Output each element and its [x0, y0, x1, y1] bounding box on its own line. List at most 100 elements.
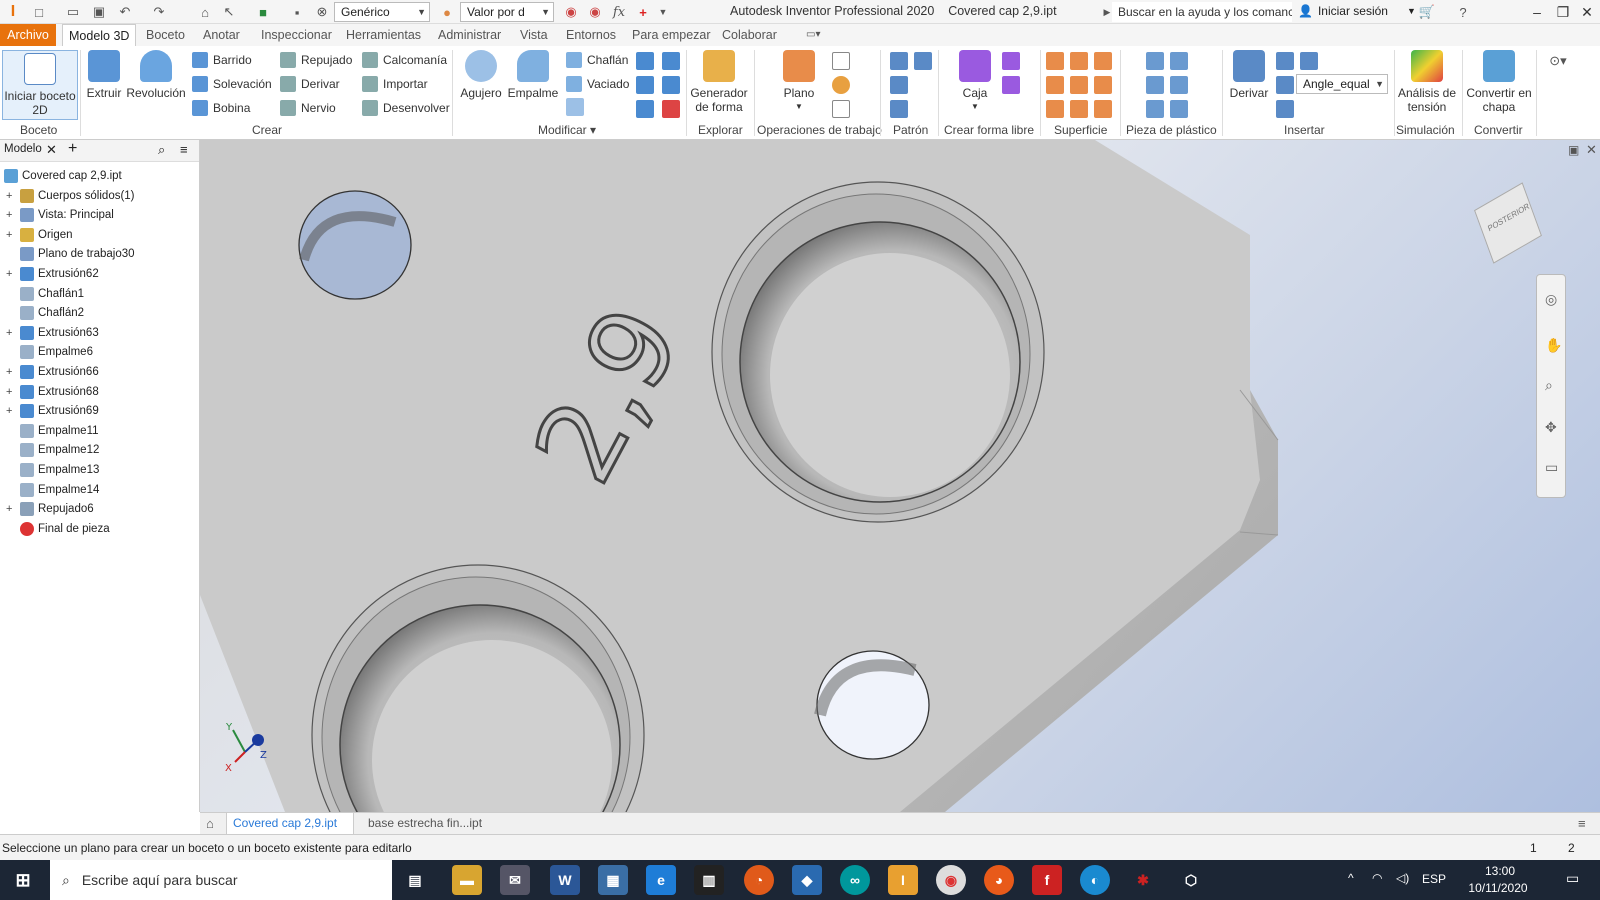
measure-icon[interactable]: ▪ — [288, 3, 306, 21]
tree-item[interactable]: Empalme13 — [0, 460, 200, 480]
show-hidden-icons[interactable]: ^ — [1348, 871, 1354, 885]
taskbar-search-box[interactable]: ⌕ Escribe aquí para buscar — [50, 860, 392, 900]
clear-appearance-icon[interactable]: ◉ — [562, 3, 580, 21]
tab-archivo[interactable]: Archivo — [0, 24, 56, 46]
redo-icon[interactable]: ↷ — [150, 3, 168, 21]
sculpt-icon[interactable] — [1046, 76, 1064, 94]
customize-qat-icon[interactable]: ▼ — [654, 3, 672, 21]
tab-boceto[interactable]: Boceto — [140, 24, 191, 46]
expand-icon[interactable]: + — [6, 362, 12, 382]
emboss-button[interactable]: Repujado — [280, 50, 352, 70]
move-face-icon[interactable] — [662, 76, 680, 94]
inventor-taskbar-icon[interactable]: I — [888, 865, 918, 895]
circular-pattern-icon[interactable] — [890, 76, 908, 94]
draft-icon[interactable] — [566, 98, 584, 116]
import-cad-icon[interactable] — [1276, 52, 1294, 70]
tab-inspeccionar[interactable]: Inspeccionar — [255, 24, 338, 46]
decal-button[interactable]: Calcomanía — [362, 50, 447, 70]
look-at-icon[interactable]: ▭ — [1545, 459, 1558, 476]
tab-colaborar[interactable]: Colaborar — [716, 24, 783, 46]
file-explorer-icon[interactable]: ▬ — [452, 865, 482, 895]
arduino-icon[interactable]: ∞ — [840, 865, 870, 895]
chamfer-button[interactable]: Chaflán — [566, 50, 628, 70]
close-window-button[interactable]: ✕ — [1572, 0, 1600, 24]
windows-start-icon[interactable]: ⊞ — [8, 865, 38, 895]
convert-sheet-button[interactable]: Convertir en chapa — [1464, 50, 1534, 114]
foxit-icon[interactable]: f — [1032, 865, 1062, 895]
material-combo[interactable]: Genérico ▼ — [334, 2, 430, 22]
cart-icon[interactable]: 🛒 — [1418, 3, 1436, 21]
edge-icon[interactable]: ◐ — [1080, 865, 1110, 895]
tree-item[interactable]: Chaflán1 — [0, 284, 200, 304]
add-browser-tab-icon[interactable]: + — [68, 140, 77, 158]
word-icon[interactable]: W — [550, 865, 580, 895]
mail-icon[interactable]: ✉ — [500, 865, 530, 895]
hole-button[interactable]: Agujero — [456, 50, 506, 100]
ribbon-toggle-icon[interactable]: ▭▾ — [800, 24, 826, 46]
tree-item[interactable]: Chaflán2 — [0, 303, 200, 323]
pan-icon[interactable]: ✋ — [1545, 337, 1562, 354]
split-icon[interactable] — [636, 52, 654, 70]
save-icon[interactable]: ▣ — [90, 3, 108, 21]
expand-icon[interactable]: + — [6, 323, 12, 343]
chrome-icon[interactable]: ◉ — [936, 865, 966, 895]
home-icon[interactable]: ⌂ — [196, 3, 214, 21]
maximize-viewport-icon[interactable]: ▣ — [1568, 143, 1579, 157]
group-label-modify[interactable]: Modificar ▾ — [538, 123, 596, 137]
home-tab-icon[interactable]: ⌂ — [206, 816, 214, 831]
expand-icon[interactable]: + — [6, 499, 12, 519]
tree-item[interactable]: Covered cap 2,9.ipt — [0, 166, 200, 186]
material-icon[interactable]: ⊗ — [313, 3, 331, 21]
undo-icon[interactable]: ↶ — [116, 3, 134, 21]
help-search-input[interactable]: Buscar en la ayuda y los comanc — [1112, 2, 1292, 22]
app-3d-icon[interactable]: ◆ — [792, 865, 822, 895]
app-red-icon[interactable]: ✱ — [1128, 865, 1158, 895]
zoom-icon[interactable]: ⌕ — [1545, 377, 1553, 394]
attach-icon[interactable] — [1276, 100, 1294, 118]
tree-item[interactable]: Final de pieza — [0, 519, 200, 539]
tree-item[interactable]: Empalme6 — [0, 342, 200, 362]
steering-wheel-icon[interactable]: ◎ — [1545, 291, 1557, 308]
extrude-button[interactable]: Extruir — [84, 50, 124, 100]
delete-face-icon[interactable] — [662, 100, 680, 118]
tree-item[interactable]: + Cuerpos sólidos(1) — [0, 186, 200, 206]
point-cloud-icon[interactable] — [1300, 52, 1318, 70]
tab-para-empezar[interactable]: Para empezar — [626, 24, 717, 46]
insert-table-icon[interactable] — [1276, 76, 1294, 94]
notifications-icon[interactable]: ▭ — [1566, 870, 1579, 887]
edge-legacy-icon[interactable]: e — [646, 865, 676, 895]
parameters-fx-icon[interactable]: fx — [610, 3, 628, 21]
expand-icon[interactable]: + — [6, 186, 12, 206]
network-icon[interactable]: ◠ — [1372, 871, 1382, 885]
update-icon[interactable]: ■ — [254, 3, 272, 21]
derive-insert-button[interactable]: Derivar — [1226, 50, 1272, 100]
copy-object-icon[interactable] — [636, 100, 654, 118]
tab-administrar[interactable]: Administrar — [432, 24, 507, 46]
browser-tab-model[interactable]: Modelo — [4, 143, 42, 155]
plane-button[interactable]: Plano ▼ — [776, 50, 822, 114]
ucs-icon[interactable] — [832, 100, 850, 118]
tree-item[interactable]: + Vista: Principal — [0, 205, 200, 225]
media-app-icon[interactable]: ▥ — [694, 865, 724, 895]
volume-icon[interactable]: ◁) — [1396, 871, 1409, 885]
calculator-icon[interactable]: ▦ — [598, 865, 628, 895]
fillet-button[interactable]: Empalme — [506, 50, 560, 100]
expand-icon[interactable]: + — [6, 382, 12, 402]
app-orange-icon[interactable]: ◔ — [744, 865, 774, 895]
tree-item[interactable]: + Extrusión66 — [0, 362, 200, 382]
task-view-icon[interactable]: ▤ — [400, 865, 430, 895]
rest-icon[interactable] — [1146, 76, 1164, 94]
expand-icon[interactable]: + — [6, 264, 12, 284]
coil-button[interactable]: Bobina — [192, 98, 250, 118]
tree-item[interactable]: + Repujado6 — [0, 499, 200, 519]
combine-icon[interactable] — [662, 52, 680, 70]
rib-button[interactable]: Nervio — [280, 98, 336, 118]
box-button[interactable]: Caja ▼ — [950, 50, 1000, 114]
shell-button[interactable]: Vaciado — [566, 74, 629, 94]
clock-time[interactable]: 13:00 — [1470, 864, 1530, 878]
unwrap-button[interactable]: Desenvolver — [362, 98, 450, 118]
appearance-icon[interactable]: ● — [438, 3, 456, 21]
firefox-icon[interactable]: ◕ — [984, 865, 1014, 895]
boundary-patch-icon[interactable] — [1046, 100, 1064, 118]
expand-icon[interactable]: + — [6, 225, 12, 245]
